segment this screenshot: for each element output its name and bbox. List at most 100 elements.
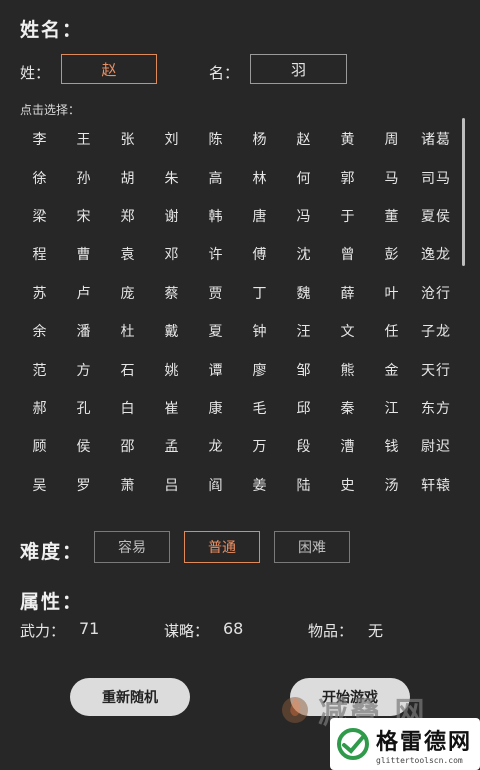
surname-option[interactable]: 谭 [194, 350, 238, 388]
surname-option[interactable]: 钱 [370, 427, 414, 465]
surname-option[interactable]: 侯 [62, 427, 106, 465]
surname-option[interactable]: 方 [62, 350, 106, 388]
surname-option[interactable]: 冯 [282, 197, 326, 235]
surname-option[interactable]: 庞 [106, 274, 150, 312]
surname-option[interactable]: 王 [62, 120, 106, 158]
surname-option[interactable]: 黄 [326, 120, 370, 158]
surname-option[interactable]: 苏 [18, 274, 62, 312]
surname-option[interactable]: 蔡 [150, 274, 194, 312]
surname-option[interactable]: 郝 [18, 389, 62, 427]
surname-option[interactable]: 郭 [326, 158, 370, 196]
reroll-button[interactable]: 重新随机 [70, 678, 190, 716]
surname-option[interactable]: 袁 [106, 235, 150, 273]
difficulty-hard-button[interactable]: 困难 [274, 531, 350, 563]
surname-option[interactable]: 范 [18, 350, 62, 388]
surname-option[interactable]: 白 [106, 389, 150, 427]
surname-option[interactable]: 萧 [106, 466, 150, 504]
surname-option[interactable]: 罗 [62, 466, 106, 504]
surname-option[interactable]: 曹 [62, 235, 106, 273]
surname-option[interactable]: 轩辕 [414, 466, 458, 504]
surname-option[interactable]: 唐 [238, 197, 282, 235]
surname-option[interactable]: 戴 [150, 312, 194, 350]
surname-option[interactable]: 林 [238, 158, 282, 196]
surname-option[interactable]: 邵 [106, 427, 150, 465]
surname-option[interactable]: 梁 [18, 197, 62, 235]
surname-option[interactable]: 陈 [194, 120, 238, 158]
surname-option[interactable]: 天行 [414, 350, 458, 388]
surname-option[interactable]: 彭 [370, 235, 414, 273]
surname-option[interactable]: 康 [194, 389, 238, 427]
surname-option[interactable]: 于 [326, 197, 370, 235]
surname-option[interactable]: 石 [106, 350, 150, 388]
surname-option[interactable]: 朱 [150, 158, 194, 196]
surname-option[interactable]: 潘 [62, 312, 106, 350]
surname-option[interactable]: 毛 [238, 389, 282, 427]
surname-option[interactable]: 东方 [414, 389, 458, 427]
difficulty-easy-button[interactable]: 容易 [94, 531, 170, 563]
surname-option[interactable]: 漕 [326, 427, 370, 465]
surname-option[interactable]: 叶 [370, 274, 414, 312]
surname-option[interactable]: 沈 [282, 235, 326, 273]
surname-option[interactable]: 赵 [282, 120, 326, 158]
given-name-field[interactable]: 羽 [250, 54, 347, 84]
surname-option[interactable]: 邱 [282, 389, 326, 427]
surname-option[interactable]: 段 [282, 427, 326, 465]
surname-option[interactable]: 徐 [18, 158, 62, 196]
surname-option[interactable]: 马 [370, 158, 414, 196]
surname-option[interactable]: 张 [106, 120, 150, 158]
surname-option[interactable]: 廖 [238, 350, 282, 388]
surname-option[interactable]: 许 [194, 235, 238, 273]
surname-option[interactable]: 胡 [106, 158, 150, 196]
surname-option[interactable]: 邹 [282, 350, 326, 388]
surname-option[interactable]: 姚 [150, 350, 194, 388]
surname-option[interactable]: 夏 [194, 312, 238, 350]
difficulty-normal-button[interactable]: 普通 [184, 531, 260, 563]
surname-option[interactable]: 李 [18, 120, 62, 158]
start-game-button[interactable]: 开始游戏 [290, 678, 410, 716]
surname-option[interactable]: 薛 [326, 274, 370, 312]
surname-option[interactable]: 孔 [62, 389, 106, 427]
surname-option[interactable]: 韩 [194, 197, 238, 235]
surname-option[interactable]: 文 [326, 312, 370, 350]
surname-option[interactable]: 魏 [282, 274, 326, 312]
surname-option[interactable]: 沧行 [414, 274, 458, 312]
surname-option[interactable]: 逸龙 [414, 235, 458, 273]
surname-option[interactable]: 龙 [194, 427, 238, 465]
surname-option[interactable]: 谢 [150, 197, 194, 235]
surname-option[interactable]: 孙 [62, 158, 106, 196]
surname-option[interactable]: 邓 [150, 235, 194, 273]
surname-option[interactable]: 熊 [326, 350, 370, 388]
surname-option[interactable]: 董 [370, 197, 414, 235]
surname-option[interactable]: 任 [370, 312, 414, 350]
surname-option[interactable]: 史 [326, 466, 370, 504]
surname-option[interactable]: 宋 [62, 197, 106, 235]
surname-option[interactable]: 何 [282, 158, 326, 196]
surname-option[interactable]: 丁 [238, 274, 282, 312]
surname-option[interactable]: 陆 [282, 466, 326, 504]
surname-option[interactable]: 司马 [414, 158, 458, 196]
surname-option[interactable]: 杨 [238, 120, 282, 158]
surname-option[interactable]: 金 [370, 350, 414, 388]
surname-option[interactable]: 钟 [238, 312, 282, 350]
surname-option[interactable]: 顾 [18, 427, 62, 465]
surname-option[interactable]: 秦 [326, 389, 370, 427]
surname-option[interactable]: 傅 [238, 235, 282, 273]
surname-option[interactable]: 贾 [194, 274, 238, 312]
surname-option[interactable]: 曾 [326, 235, 370, 273]
surname-option[interactable]: 郑 [106, 197, 150, 235]
surname-option[interactable]: 夏侯 [414, 197, 458, 235]
surname-option[interactable]: 汪 [282, 312, 326, 350]
surname-option[interactable]: 吴 [18, 466, 62, 504]
surname-option[interactable]: 刘 [150, 120, 194, 158]
surname-option[interactable]: 万 [238, 427, 282, 465]
surname-option[interactable]: 江 [370, 389, 414, 427]
surname-option[interactable]: 姜 [238, 466, 282, 504]
surname-option[interactable]: 孟 [150, 427, 194, 465]
surname-option[interactable]: 阎 [194, 466, 238, 504]
surname-option[interactable]: 杜 [106, 312, 150, 350]
surname-field[interactable]: 赵 [61, 54, 157, 84]
surname-option[interactable]: 诸葛 [414, 120, 458, 158]
surname-option[interactable]: 尉迟 [414, 427, 458, 465]
surname-option[interactable]: 高 [194, 158, 238, 196]
picker-scrollbar[interactable] [462, 118, 465, 266]
